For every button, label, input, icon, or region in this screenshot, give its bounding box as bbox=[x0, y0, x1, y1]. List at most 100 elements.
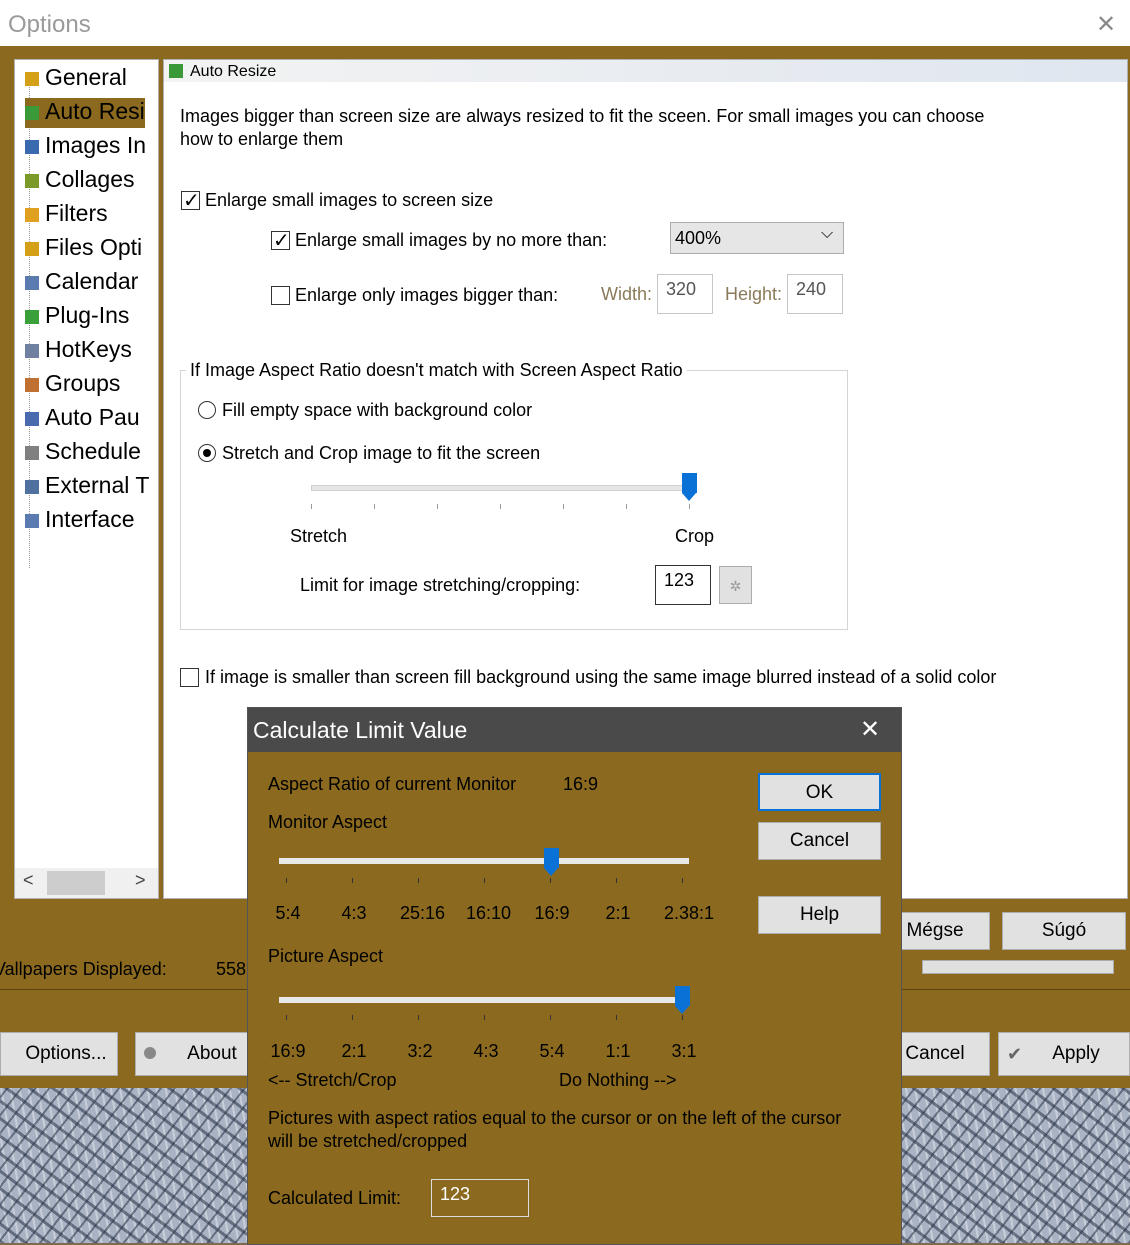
sugo-button[interactable]: Súgó bbox=[1002, 912, 1126, 950]
close-icon[interactable]: ✕ bbox=[1096, 10, 1116, 39]
blur-background-checkbox[interactable] bbox=[180, 668, 199, 687]
tree-item-label: Schedule bbox=[45, 438, 141, 464]
monitor-aspect-slider-track[interactable] bbox=[279, 858, 689, 864]
chevron-down-icon: ⌵ bbox=[821, 225, 834, 242]
dialog-title-bar: Calculate Limit Value ✕ bbox=[248, 708, 901, 752]
dialog-cancel-button[interactable]: Cancel bbox=[758, 822, 881, 860]
slider-tick bbox=[550, 1015, 551, 1020]
slider-tick-label: 4:3 bbox=[341, 903, 367, 923]
wallpapers-displayed-label: Vallpapers Displayed: bbox=[0, 959, 167, 979]
enlarge-only-checkbox[interactable] bbox=[271, 286, 290, 305]
limit-input[interactable]: 123 bbox=[655, 565, 711, 605]
scroll-left-icon[interactable]: < bbox=[23, 870, 34, 891]
slider-tick bbox=[484, 878, 485, 883]
scroll-right-icon[interactable]: > bbox=[135, 870, 146, 891]
slider-tick bbox=[286, 1015, 287, 1020]
stretch-crop-slider-thumb[interactable] bbox=[682, 473, 697, 501]
slider-tick-label: 2:1 bbox=[605, 903, 631, 923]
tree-item-groups[interactable]: Groups bbox=[25, 370, 120, 400]
limit-label: Limit for image stretching/cropping: bbox=[300, 575, 581, 595]
slider-tick-label: 5:4 bbox=[539, 1041, 565, 1061]
calculate-button[interactable]: ✲ bbox=[719, 566, 752, 604]
slider-tick-label: 16:10 bbox=[466, 903, 512, 923]
tree-item-label: Files Opti bbox=[45, 234, 143, 260]
enlarge-no-more-label: Enlarge small images by no more than: bbox=[295, 230, 608, 250]
explanation-line2: will be stretched/cropped bbox=[268, 1131, 468, 1151]
tree-item-plug-ins[interactable]: Plug-Ins bbox=[25, 302, 129, 332]
about-button-label: About bbox=[187, 1043, 237, 1064]
tree-horizontal-scrollbar[interactable]: < > bbox=[15, 868, 158, 898]
slider-tick-label: 16:9 bbox=[534, 903, 570, 923]
tree-item-external-t[interactable]: External T bbox=[25, 472, 149, 502]
puzzle-icon bbox=[25, 309, 39, 324]
enlarge-no-more-checkbox[interactable] bbox=[271, 228, 290, 253]
slider-tick bbox=[418, 878, 419, 883]
slider-tick bbox=[286, 878, 287, 883]
group-title: If Image Aspect Ratio doesn't match with… bbox=[186, 360, 687, 381]
picture-aspect-slider-thumb[interactable] bbox=[675, 986, 690, 1014]
blur-background-label: If image is smaller than screen fill bac… bbox=[205, 667, 997, 687]
resize-icon bbox=[169, 64, 183, 78]
calculated-limit-value: 123 bbox=[431, 1179, 529, 1217]
fill-background-label: Fill empty space with background color bbox=[222, 400, 533, 420]
about-button[interactable]: About bbox=[135, 1032, 253, 1076]
tree-item-label: Interface bbox=[45, 506, 135, 532]
dialog-title: Calculate Limit Value bbox=[253, 717, 468, 743]
options-button[interactable]: Options... bbox=[0, 1032, 118, 1076]
tree-item-general[interactable]: General bbox=[25, 64, 127, 94]
dialog-close-icon[interactable]: ✕ bbox=[860, 715, 880, 744]
window-icon bbox=[25, 513, 39, 528]
tree-item-auto-pau[interactable]: Auto Pau bbox=[25, 404, 140, 434]
tree-item-collages[interactable]: Collages bbox=[25, 166, 135, 196]
slider-tick-label: 2:1 bbox=[341, 1041, 367, 1061]
tree-item-auto-resi[interactable]: Auto Resi bbox=[25, 98, 145, 128]
monitor-aspect-slider-thumb[interactable] bbox=[544, 848, 560, 876]
tree-item-interface[interactable]: Interface bbox=[25, 506, 135, 536]
collage-icon bbox=[25, 173, 39, 188]
height-input[interactable]: 240 bbox=[787, 274, 843, 314]
image-icon bbox=[25, 139, 39, 154]
ok-button[interactable]: OK bbox=[758, 773, 881, 811]
keyboard-icon bbox=[25, 343, 39, 358]
picture-aspect-slider-track[interactable] bbox=[279, 997, 689, 1003]
tree-item-schedule[interactable]: Schedule bbox=[25, 438, 141, 468]
slider-tick bbox=[550, 878, 551, 883]
width-input[interactable]: 320 bbox=[657, 274, 713, 314]
aspect-ratio-value: 16:9 bbox=[563, 774, 599, 794]
tree-item-hotkeys[interactable]: HotKeys bbox=[25, 336, 132, 366]
scroll-thumb[interactable] bbox=[47, 871, 105, 895]
resize-icon bbox=[25, 105, 39, 120]
height-label: Height: bbox=[725, 284, 783, 304]
slider-tick-label: 25:16 bbox=[400, 903, 446, 923]
slider-tick bbox=[374, 504, 375, 509]
slider-tick bbox=[682, 878, 683, 883]
enlarge-small-checkbox[interactable] bbox=[181, 188, 200, 213]
apply-button[interactable]: ✔ Apply bbox=[998, 1032, 1130, 1076]
slider-tick bbox=[500, 504, 501, 509]
tree-item-images-in[interactable]: Images In bbox=[25, 132, 146, 162]
tree-item-files-opti[interactable]: Files Opti bbox=[25, 234, 142, 264]
tree-item-label: Auto Resi bbox=[45, 98, 145, 124]
tree-item-filters[interactable]: Filters bbox=[25, 200, 108, 230]
crop-label: Crop bbox=[675, 526, 715, 546]
wrench-icon bbox=[25, 479, 39, 494]
monitor-aspect-label: Monitor Aspect bbox=[268, 812, 388, 832]
tree-item-label: HotKeys bbox=[45, 336, 132, 362]
slider-tick-label: 4:3 bbox=[473, 1041, 499, 1061]
stretch-crop-hint: <-- Stretch/Crop bbox=[268, 1070, 397, 1090]
tree-item-calendar[interactable]: Calendar bbox=[25, 268, 138, 298]
fill-background-radio[interactable] bbox=[198, 401, 216, 419]
calculate-limit-dialog: Calculate Limit Value ✕ Aspect Ratio of … bbox=[247, 707, 902, 1245]
options-title-bar: Options ✕ bbox=[0, 0, 1130, 46]
window-title: Options bbox=[8, 11, 91, 38]
options-tree: General Auto Resi Images In Collages Filters… bbox=[14, 59, 159, 899]
enlarge-limit-dropdown[interactable]: 400% ⌵ bbox=[670, 222, 844, 254]
slider-tick bbox=[689, 504, 690, 509]
clock-icon bbox=[25, 445, 39, 460]
slider-tick bbox=[563, 504, 564, 509]
stretch-crop-radio[interactable] bbox=[198, 444, 216, 462]
groups-icon bbox=[25, 377, 39, 392]
stretch-crop-slider-track[interactable] bbox=[311, 485, 691, 491]
help-button[interactable]: Help bbox=[758, 896, 881, 934]
tree-item-label: General bbox=[45, 64, 127, 90]
